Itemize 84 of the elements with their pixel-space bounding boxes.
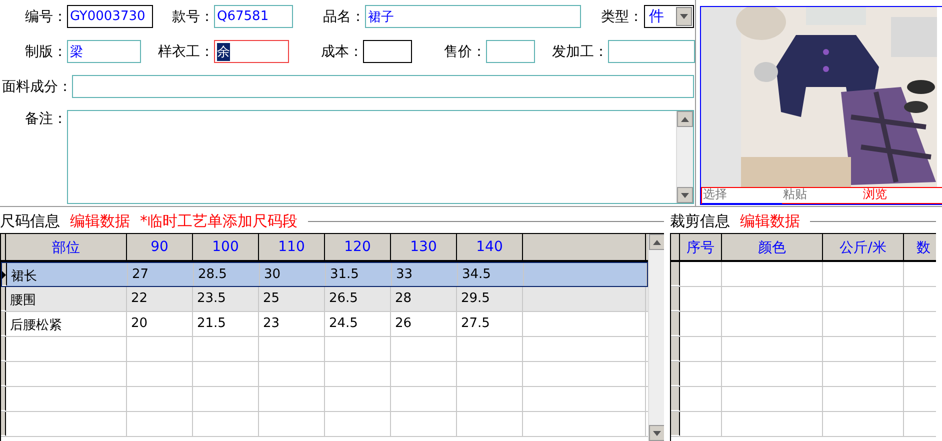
input-field[interactable]: 梁 [67, 40, 141, 63]
table-cell: 21.5 [193, 312, 259, 336]
column-header[interactable]: 公斤/米 [823, 234, 904, 260]
column-header[interactable]: 序号 [680, 234, 722, 260]
row-header[interactable] [671, 262, 680, 286]
table-cell: 24.5 [325, 312, 391, 336]
column-header[interactable]: 120 [325, 234, 391, 260]
row-header[interactable] [1, 362, 6, 386]
input-field[interactable]: 余 [214, 40, 289, 63]
column-header[interactable]: 90 [127, 234, 193, 260]
column-header[interactable]: 100 [193, 234, 259, 260]
input-field[interactable] [72, 75, 694, 98]
row-header[interactable] [2, 263, 7, 286]
row-header[interactable] [1, 387, 6, 411]
table-cell: 20 [127, 312, 193, 336]
edit-link[interactable]: *临时工艺单添加尺码段 [140, 212, 298, 230]
row-header[interactable] [1, 287, 6, 311]
table-cell: 28.5 [194, 263, 260, 286]
input-field[interactable]: 裙子 [365, 5, 581, 28]
field-label: 品名： [322, 8, 365, 26]
table-cell: 23 [259, 312, 325, 336]
field-label: 备注： [24, 110, 67, 128]
table-row[interactable]: 后腰松紧 20 21.5 23 24.5 26 27.5 [1, 312, 648, 337]
notes-field[interactable] [67, 110, 694, 204]
scroll-down-icon[interactable] [653, 430, 661, 436]
column-header[interactable]: 部位 [6, 234, 127, 260]
input-field[interactable]: Q67581 [214, 5, 293, 28]
type-dropdown[interactable]: 件 [644, 5, 694, 28]
table-cell: 22 [127, 287, 193, 311]
row-header[interactable] [671, 337, 680, 361]
row-header[interactable] [671, 312, 680, 336]
table-cell: 26 [391, 312, 457, 336]
row-header[interactable] [671, 412, 680, 436]
input-field[interactable]: GY0003730 [67, 5, 153, 28]
table-cell: 27 [128, 263, 194, 286]
row-header[interactable] [1, 337, 6, 361]
table-cell: 34.5 [458, 263, 524, 286]
table-cell: 25 [259, 287, 325, 311]
field-label: 售价： [443, 42, 486, 60]
column-header[interactable]: 130 [391, 234, 457, 260]
row-header[interactable] [671, 362, 680, 386]
field-label: 制版： [24, 42, 67, 60]
group-title: 裁剪信息 [670, 212, 730, 230]
table-cell: 裙长 [7, 263, 128, 286]
row-header[interactable] [671, 287, 680, 311]
table-cell: 33 [392, 263, 458, 286]
table-cell: 29.5 [457, 287, 523, 311]
field-label: 面料成分： [1, 78, 72, 96]
field-label: 发加工： [551, 42, 608, 60]
table-cell: 27.5 [457, 312, 523, 336]
input-field[interactable] [486, 40, 535, 63]
input-field[interactable] [363, 40, 412, 63]
column-header[interactable]: 110 [259, 234, 325, 260]
scroll-down-icon[interactable] [681, 192, 689, 198]
table-row[interactable]: 腰围 22 23.5 25 26.5 28 29.5 [1, 287, 648, 312]
row-header[interactable] [1, 412, 6, 436]
table-cell: 30 [260, 263, 326, 286]
row-header[interactable] [1, 312, 6, 336]
table-cell: 腰围 [6, 287, 127, 311]
picture-button[interactable]: 选择 [702, 186, 782, 205]
table-cell: 28 [391, 287, 457, 311]
column-header[interactable]: 颜色 [722, 234, 823, 260]
edit-link[interactable]: 编辑数据 [70, 212, 130, 230]
table-cell: 后腰松紧 [6, 312, 127, 336]
table-cell: 31.5 [326, 263, 392, 286]
scroll-up-icon[interactable] [681, 116, 689, 122]
group-title: 尺码信息 [0, 212, 60, 230]
edit-link[interactable]: 编辑数据 [740, 212, 800, 230]
table-cell: 26.5 [325, 287, 391, 311]
column-header[interactable]: 数 [904, 234, 936, 260]
column-header[interactable]: 140 [457, 234, 523, 260]
row-header[interactable] [671, 387, 680, 411]
table-row[interactable]: 裙长 27 28.5 30 31.5 33 34.5 [1, 262, 648, 287]
picture-button[interactable]: 浏览 [862, 186, 942, 205]
field-label: 编号： [24, 8, 67, 26]
table-cell: 23.5 [193, 287, 259, 311]
input-field[interactable] [608, 40, 695, 63]
field-label: 样衣工： [157, 42, 214, 60]
field-label: 类型： [600, 8, 643, 26]
field-label: 成本： [320, 42, 363, 60]
scroll-down-icon[interactable] [680, 14, 688, 19]
field-label: 款号： [171, 8, 214, 26]
scroll-up-icon[interactable] [653, 240, 661, 244]
picture-button[interactable]: 粘贴 [782, 186, 862, 205]
